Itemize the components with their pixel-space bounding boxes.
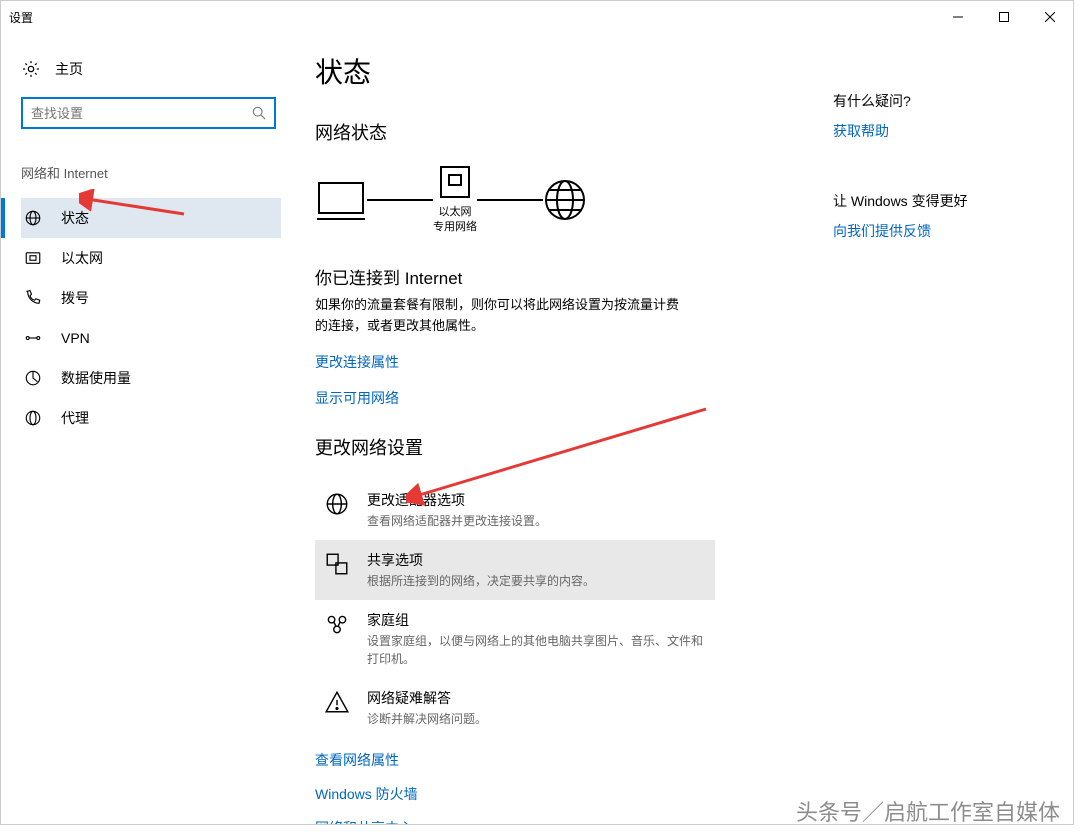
sidebar-item-dialup[interactable]: 拨号	[21, 278, 281, 318]
ethernet-icon	[23, 248, 43, 268]
option-title: 家庭组	[367, 610, 707, 630]
homegroup-icon	[323, 610, 351, 638]
internet-globe-icon	[543, 178, 587, 222]
network-sharing-center-link[interactable]: 网络和共享中心	[315, 818, 803, 824]
connected-heading: 你已连接到 Internet	[315, 264, 803, 289]
change-connection-properties-link[interactable]: 更改连接属性	[315, 352, 803, 372]
titlebar: 设置	[1, 1, 1073, 33]
change-network-settings-heading: 更改网络设置	[315, 434, 803, 460]
globe-icon	[23, 208, 43, 228]
option-title: 共享选项	[367, 550, 595, 570]
option-description: 根据所连接到的网络，决定要共享的内容。	[367, 572, 595, 590]
maximize-button[interactable]	[981, 1, 1027, 33]
network-diagram: 以太网 专用网络	[315, 165, 803, 236]
search-icon	[252, 106, 266, 120]
option-description: 设置家庭组，以便与网络上的其他电脑共享图片、音乐、文件和打印机。	[367, 632, 707, 668]
sidebar-item-label: VPN	[61, 330, 90, 346]
search-box[interactable]	[21, 97, 276, 129]
help-sidebar: 有什么疑问? 获取帮助 让 Windows 变得更好 向我们提供反馈	[833, 33, 1073, 824]
sidebar: 主页 网络和 Internet 状态	[1, 33, 281, 824]
main-content: 状态 网络状态 以太网 专用网络	[281, 33, 833, 824]
sidebar-item-label: 以太网	[61, 248, 103, 268]
diagram-line	[367, 199, 433, 201]
sidebar-item-vpn[interactable]: VPN	[21, 318, 281, 358]
sidebar-item-label: 拨号	[61, 288, 89, 308]
computer-icon	[315, 179, 367, 221]
sidebar-item-label: 代理	[61, 408, 89, 428]
option-title: 网络疑难解答	[367, 688, 487, 708]
sidebar-item-label: 状态	[61, 208, 89, 228]
warning-icon	[323, 688, 351, 716]
ethernet-label: 以太网 专用网络	[433, 205, 477, 236]
network-status-heading: 网络状态	[315, 119, 803, 145]
window-controls	[935, 1, 1073, 33]
ethernet-adapter-icon: 以太网 专用网络	[433, 165, 477, 236]
page-title: 状态	[315, 51, 803, 91]
option-description: 查看网络适配器并更改连接设置。	[367, 512, 547, 530]
sidebar-item-label: 数据使用量	[61, 368, 131, 388]
network-troubleshooter[interactable]: 网络疑难解答 诊断并解决网络问题。	[315, 678, 715, 738]
close-button[interactable]	[1027, 1, 1073, 33]
settings-window: 设置 主页	[0, 0, 1074, 825]
sharing-icon	[323, 550, 351, 578]
minimize-button[interactable]	[935, 1, 981, 33]
search-input[interactable]	[31, 106, 252, 121]
adapter-icon	[323, 490, 351, 518]
windows-firewall-link[interactable]: Windows 防火墙	[315, 784, 803, 804]
data-usage-icon	[23, 368, 43, 388]
home-label: 主页	[55, 59, 83, 79]
home-button[interactable]: 主页	[21, 59, 281, 79]
give-feedback-link[interactable]: 向我们提供反馈	[833, 221, 1053, 241]
sidebar-item-data-usage[interactable]: 数据使用量	[21, 358, 281, 398]
content: 主页 网络和 Internet 状态	[1, 33, 1073, 824]
show-available-networks-link[interactable]: 显示可用网络	[315, 388, 803, 408]
change-adapter-options[interactable]: 更改适配器选项 查看网络适配器并更改连接设置。	[315, 480, 715, 540]
feedback-heading: 让 Windows 变得更好	[833, 191, 1053, 211]
sidebar-item-proxy[interactable]: 代理	[21, 398, 281, 438]
option-title: 更改适配器选项	[367, 490, 547, 510]
connected-description: 如果你的流量套餐有限制，则你可以将此网络设置为按流量计费的连接，或者更改其他属性…	[315, 295, 685, 337]
get-help-link[interactable]: 获取帮助	[833, 121, 1053, 141]
gear-icon	[21, 59, 41, 79]
view-network-properties-link[interactable]: 查看网络属性	[315, 750, 803, 770]
option-description: 诊断并解决网络问题。	[367, 710, 487, 728]
phone-icon	[23, 288, 43, 308]
vpn-icon	[23, 328, 43, 348]
watermark-text: 头条号／启航工作室自媒体	[796, 795, 1060, 827]
sidebar-item-ethernet[interactable]: 以太网	[21, 238, 281, 278]
help-heading: 有什么疑问?	[833, 91, 1053, 111]
diagram-line	[477, 199, 543, 201]
window-title: 设置	[9, 9, 935, 26]
sidebar-item-status[interactable]: 状态	[21, 198, 281, 238]
homegroup-option[interactable]: 家庭组 设置家庭组，以便与网络上的其他电脑共享图片、音乐、文件和打印机。	[315, 600, 715, 678]
proxy-icon	[23, 408, 43, 428]
sidebar-section-title: 网络和 Internet	[21, 163, 281, 182]
sharing-options[interactable]: 共享选项 根据所连接到的网络，决定要共享的内容。	[315, 540, 715, 600]
